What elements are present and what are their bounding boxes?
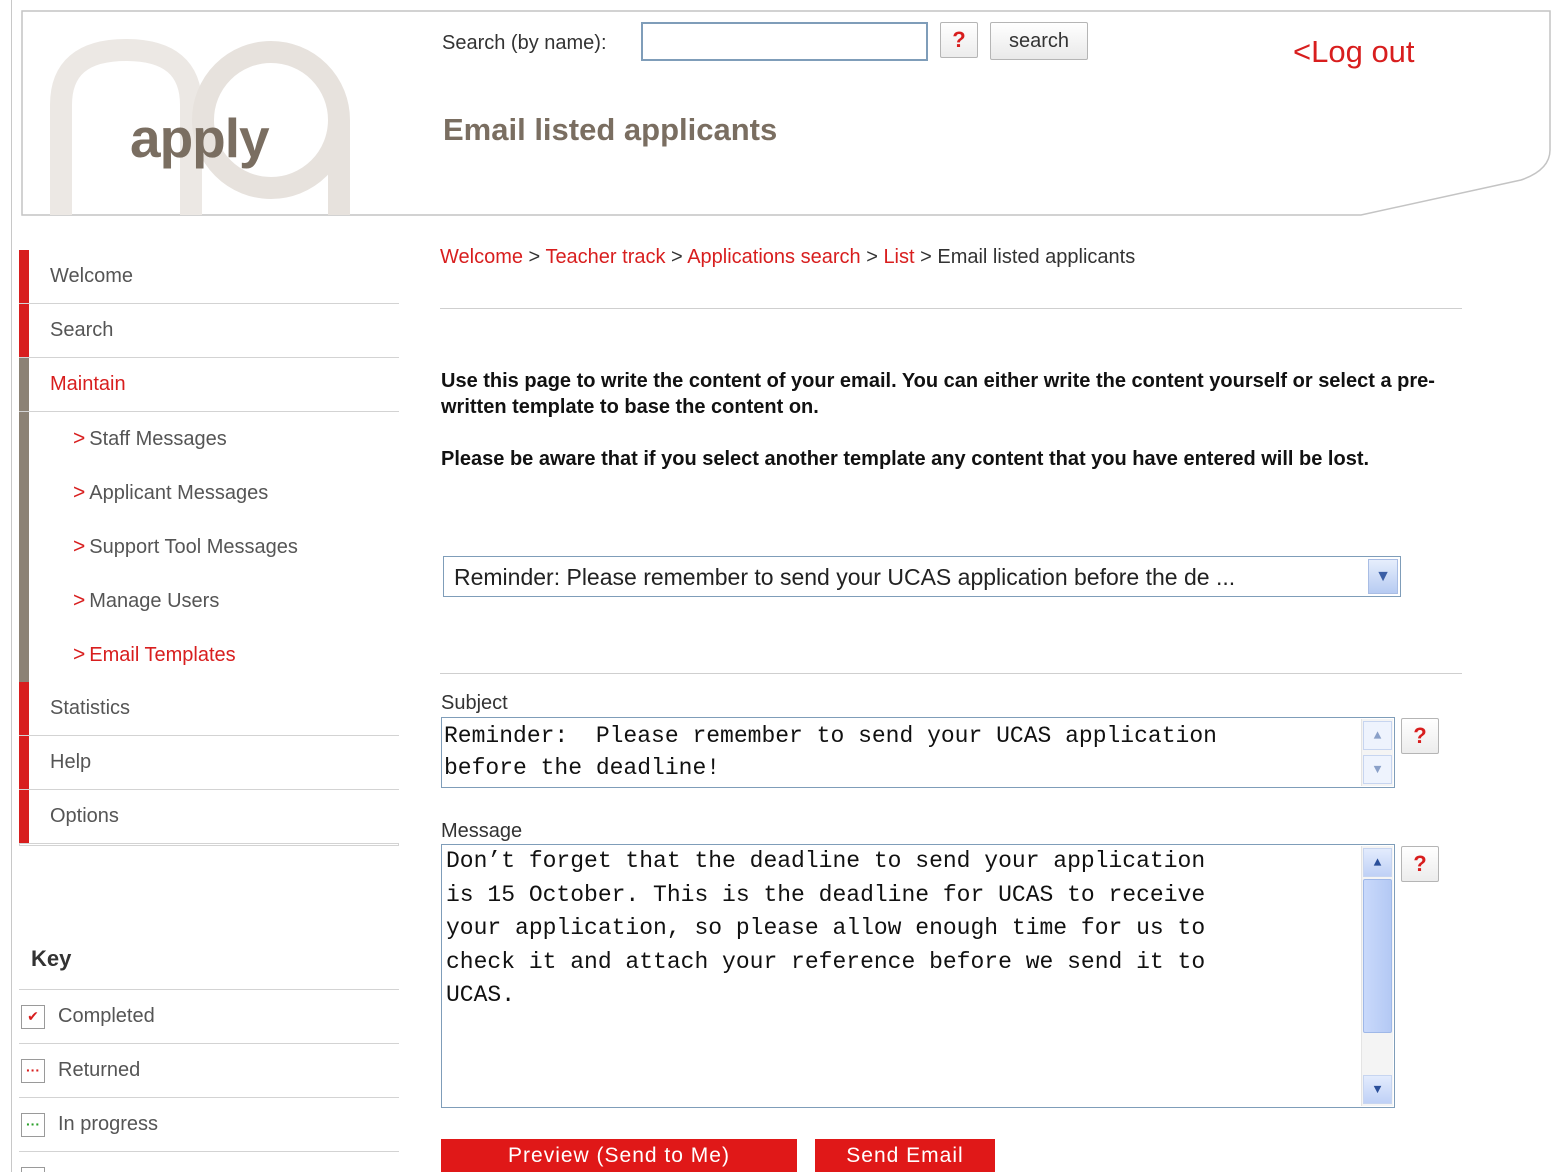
warning-paragraph: Please be aware that if you select anoth…	[441, 448, 1370, 470]
sidebar-item-label: Welcome	[50, 265, 133, 287]
sidebar-item-label: Support Tool Messages	[89, 536, 298, 558]
sidebar-item-manage-users[interactable]: > Manage Users	[19, 574, 399, 629]
sidebar-item-email-templates[interactable]: > Email Templates	[19, 628, 399, 683]
breadcrumb-link-teacher-track[interactable]: Teacher track	[545, 246, 665, 268]
sidebar-item-label: Statistics	[50, 697, 131, 719]
scroll-down-icon[interactable]: ▼	[1363, 1075, 1392, 1104]
message-textarea[interactable]: Don’t forget that the deadline to send y…	[441, 844, 1395, 1108]
sidebar-item-support-tool-messages[interactable]: > Support Tool Messages	[19, 520, 399, 575]
key-title: Key	[31, 946, 72, 971]
key-item-completed: ✔ Completed	[19, 989, 399, 1043]
sidebar-nav: Welcome Search Maintain > Staff Messages …	[19, 250, 399, 846]
chevron-down-icon[interactable]: ▼	[1368, 559, 1398, 594]
chevron-right-icon: >	[73, 535, 86, 558]
breadcrumb-separator: >	[914, 246, 938, 268]
search-button[interactable]: search	[990, 22, 1088, 60]
sidebar-item-staff-messages[interactable]: > Staff Messages	[19, 412, 399, 467]
search-label: Search (by name):	[442, 32, 607, 54]
chevron-right-icon: >	[73, 427, 86, 450]
breadcrumb-current: Email listed applicants	[937, 246, 1136, 268]
sidebar-item-search[interactable]: Search	[19, 304, 399, 358]
app-logo[interactable]: apply	[130, 106, 270, 170]
window-frame	[0, 0, 12, 1172]
sidebar-item-label: Staff Messages	[89, 428, 227, 450]
sidebar-item-label: Maintain	[50, 373, 126, 395]
status-icon	[21, 1167, 45, 1172]
sidebar-item-label: Options	[50, 805, 119, 827]
sidebar-item-maintain[interactable]: Maintain	[19, 358, 399, 412]
chevron-right-icon: >	[73, 481, 86, 504]
chevron-right-icon: >	[73, 589, 86, 612]
scroll-up-icon[interactable]: ▲	[1363, 848, 1392, 877]
message-label: Message	[441, 820, 523, 842]
key-item-label: Completed	[58, 1005, 155, 1027]
sidebar-item-label: Manage Users	[89, 590, 220, 612]
message-text: Don’t forget that the deadline to send y…	[446, 848, 1206, 1008]
logout-link[interactable]: <Log out	[1293, 34, 1415, 70]
scroll-up-icon[interactable]: ▲	[1363, 721, 1392, 750]
sidebar-item-options[interactable]: Options	[19, 790, 399, 844]
sidebar-item-label: Help	[50, 751, 92, 773]
breadcrumb-separator: >	[860, 246, 884, 268]
sidebar-item-label: Search	[50, 319, 114, 341]
breadcrumb-separator: >	[523, 246, 546, 268]
divider	[440, 673, 1462, 674]
breadcrumb-separator: >	[665, 246, 688, 268]
check-icon: ✔	[21, 1005, 45, 1029]
scroll-thumb[interactable]	[1363, 879, 1392, 1033]
sidebar-item-help[interactable]: Help	[19, 736, 399, 790]
subject-scrollbar[interactable]: ▲ ▼	[1361, 719, 1393, 786]
message-scrollbar[interactable]: ▲ ▼	[1361, 846, 1393, 1106]
breadcrumb: Welcome > Teacher track > Applications s…	[440, 246, 1135, 269]
key-item-in-progress: ··· In progress	[19, 1097, 399, 1151]
search-help-button[interactable]: ?	[940, 22, 978, 58]
breadcrumb-link-list[interactable]: List	[883, 246, 914, 268]
key-item-label: In progress	[58, 1113, 159, 1135]
intro-paragraph: Use this page to write the content of yo…	[441, 370, 1435, 418]
header: apply Search (by name): ? search <Log ou…	[21, 10, 1551, 216]
key-item-label: Returned	[58, 1059, 141, 1081]
subject-label: Subject	[441, 692, 508, 714]
preview-button[interactable]: Preview (Send to Me)	[441, 1139, 797, 1172]
sidebar-item-label: Applicant Messages	[89, 482, 269, 504]
subject-text: Reminder: Please remember to send your U…	[444, 723, 1217, 781]
key-item-partial	[19, 1151, 399, 1172]
in-progress-icon: ···	[21, 1113, 45, 1137]
chevron-right-icon: >	[73, 643, 86, 666]
template-select[interactable]: Reminder: Please remember to send your U…	[443, 556, 1401, 597]
page-title: Email listed applicants	[443, 112, 778, 147]
sidebar-item-statistics[interactable]: Statistics	[19, 682, 399, 736]
divider	[440, 308, 1462, 309]
sidebar-item-welcome[interactable]: Welcome	[19, 250, 399, 304]
intro-text: Use this page to write the content of yo…	[441, 368, 1471, 498]
template-select-value: Reminder: Please remember to send your U…	[454, 564, 1236, 590]
sidebar-item-label: Email Templates	[89, 644, 236, 666]
breadcrumb-link-applications-search[interactable]: Applications search	[687, 246, 860, 268]
subject-textarea[interactable]: Reminder: Please remember to send your U…	[441, 717, 1395, 788]
subject-help-button[interactable]: ?	[1401, 718, 1439, 754]
key-item-returned: ··· Returned	[19, 1043, 399, 1097]
message-help-button[interactable]: ?	[1401, 846, 1439, 882]
scroll-down-icon[interactable]: ▼	[1363, 755, 1392, 784]
search-input[interactable]	[641, 22, 928, 61]
sidebar-item-applicant-messages[interactable]: > Applicant Messages	[19, 466, 399, 521]
send-email-button[interactable]: Send Email	[815, 1139, 995, 1172]
breadcrumb-link-welcome[interactable]: Welcome	[440, 246, 523, 268]
returned-icon: ···	[21, 1059, 45, 1083]
